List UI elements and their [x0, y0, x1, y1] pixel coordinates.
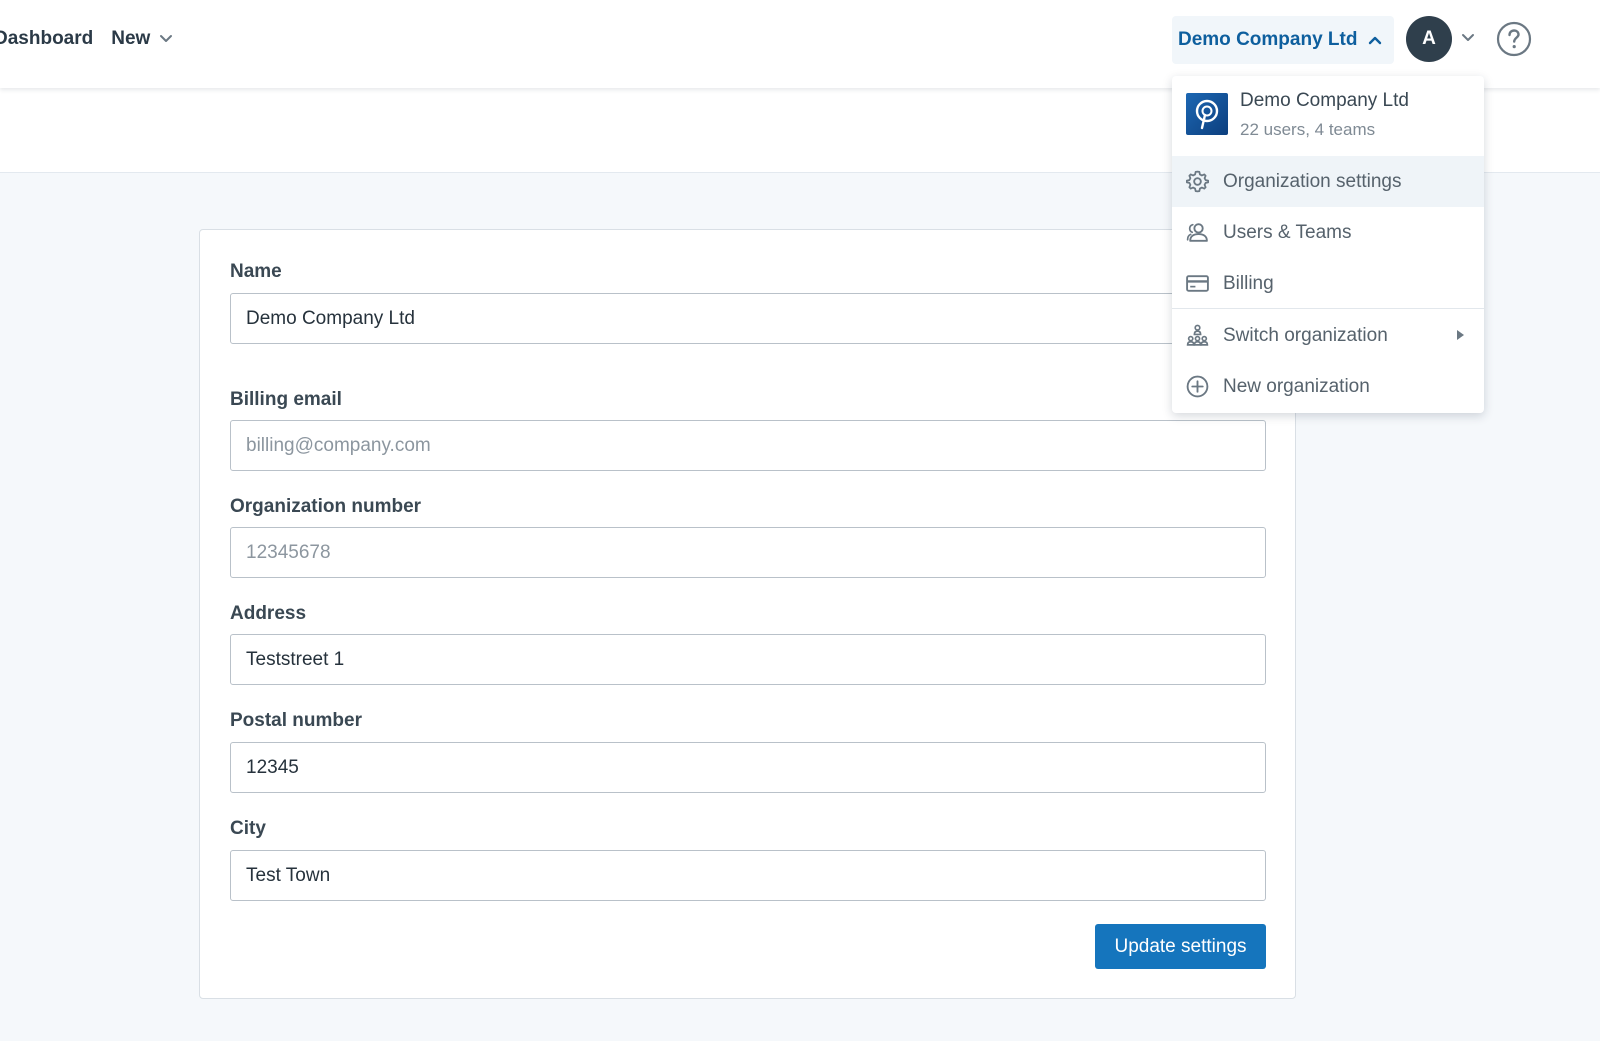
- update-settings-button[interactable]: Update settings: [1095, 924, 1266, 969]
- menu-item-label: Billing: [1223, 272, 1274, 294]
- gear-icon: [1185, 170, 1210, 193]
- menu-item-label: Switch organization: [1223, 324, 1388, 346]
- postal-number-label: Postal number: [230, 710, 362, 731]
- dropdown-org-name: Demo Company Ltd: [1240, 90, 1409, 111]
- help-icon[interactable]: [1496, 21, 1532, 57]
- chevron-up-icon: [1369, 36, 1382, 45]
- billing-email-input[interactable]: [230, 420, 1266, 471]
- users-icon: [1186, 223, 1208, 242]
- chevron-down-icon: [160, 35, 173, 42]
- billing-email-label: Billing email: [230, 389, 342, 410]
- organization-number-input[interactable]: [230, 527, 1266, 578]
- menu-item-switch-organization[interactable]: Switch organization: [1172, 310, 1484, 361]
- nav-dashboard-link[interactable]: Dashboard: [0, 28, 93, 50]
- menu-item-new-organization[interactable]: New organization: [1172, 361, 1484, 412]
- menu-item-label: Users & Teams: [1223, 221, 1352, 243]
- organization-switcher-button[interactable]: Demo Company Ltd: [1172, 16, 1394, 64]
- organization-number-label: Organization number: [230, 496, 422, 517]
- organization-switcher-label: Demo Company Ltd: [1178, 29, 1358, 50]
- city-label: City: [230, 818, 266, 839]
- user-avatar[interactable]: A: [1406, 16, 1452, 62]
- chevron-down-icon[interactable]: [1460, 30, 1476, 46]
- city-input[interactable]: [230, 850, 1266, 901]
- credit-card-icon: [1186, 275, 1209, 292]
- address-label: Address: [230, 603, 307, 624]
- menu-divider: [1172, 308, 1484, 309]
- menu-item-billing[interactable]: Billing: [1172, 258, 1484, 309]
- menu-item-users-teams[interactable]: Users & Teams: [1172, 207, 1484, 258]
- address-input[interactable]: [230, 634, 1266, 685]
- caret-right-icon: [1457, 330, 1464, 340]
- name-input[interactable]: [230, 293, 1266, 344]
- top-navigation-bar: Dashboard New Demo Company Ltd A: [0, 0, 1600, 88]
- name-label: Name: [230, 261, 282, 282]
- menu-item-label: Organization settings: [1223, 170, 1402, 192]
- nav-new-menu[interactable]: New: [111, 28, 174, 50]
- menu-item-label: New organization: [1223, 375, 1370, 397]
- current-organization-header: Demo Company Ltd 22 users, 4 teams: [1172, 76, 1484, 156]
- organization-dropdown-menu: Demo Company Ltd 22 users, 4 teams Organ…: [1172, 76, 1484, 413]
- menu-item-organization-settings[interactable]: Organization settings: [1172, 156, 1484, 207]
- organization-logo-icon: [1195, 99, 1219, 130]
- organization-settings-form: Name Billing email Organization number A…: [199, 229, 1296, 999]
- main-nav: Dashboard New: [0, 24, 174, 54]
- postal-number-input[interactable]: [230, 742, 1266, 793]
- dropdown-org-meta: 22 users, 4 teams: [1240, 120, 1376, 139]
- nav-new-label: New: [111, 28, 151, 49]
- organization-logo: [1186, 93, 1228, 135]
- plus-circle-icon: [1186, 375, 1209, 398]
- org-tree-icon: [1186, 324, 1209, 346]
